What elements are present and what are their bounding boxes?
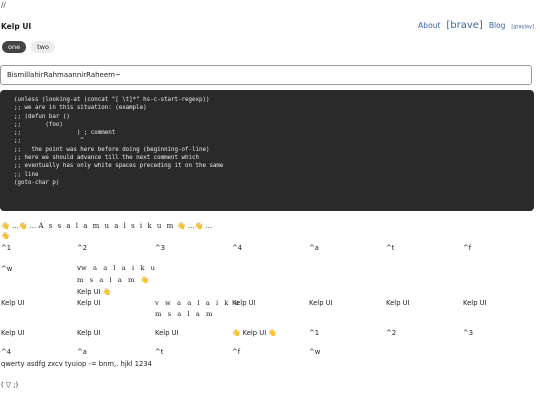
path-slash: //	[1, 1, 6, 9]
grid-cell: 👋 Kelp UI 👋	[232, 329, 277, 337]
brand-title[interactable]: Kelp UI	[1, 22, 31, 31]
grid-cell: ^1	[1, 244, 12, 252]
grid-cell: ^a	[77, 348, 87, 356]
pill-one[interactable]: one	[2, 41, 27, 53]
grid-cell-wave: vw a a l a i k u	[77, 264, 157, 272]
grid-cell: Kelp UI	[77, 299, 101, 307]
nav-about[interactable]: About	[418, 21, 440, 30]
code-line: ;; the point was here before doing (begi…	[14, 146, 210, 153]
code-line: (goto-char p)	[14, 179, 60, 186]
nav-grayjay[interactable]: [grayjay]	[511, 24, 534, 30]
grid-cell: Kelp UI	[309, 299, 333, 307]
grid-cell: ^2	[77, 244, 88, 252]
kaomoji: ( ▽ ;)	[1, 381, 19, 389]
grid-cell: Kelp UI 👋	[77, 288, 112, 296]
grid-cell: Kelp UI	[232, 299, 256, 307]
wave-waalaiku: w a a l a i k u	[81, 264, 157, 272]
qwerty-text: qwerty asdfg zxcv tyuiop -= bnm,. hjkl 1…	[1, 360, 153, 368]
grid-cell: Kelp UI	[155, 329, 179, 337]
tab-pills: one two	[2, 41, 55, 53]
wave-prefix: 👋 ...👋 ...	[1, 222, 39, 230]
code-line: ;; eventually has only white spaces prec…	[14, 163, 224, 170]
grid-cell: ^t	[155, 348, 164, 356]
grid-cell: ^t	[386, 244, 395, 252]
code-line: ;; (foo)	[14, 121, 63, 128]
grid-cell: Kelp UI	[1, 299, 25, 307]
code-line: ;; here we should advance till the next …	[14, 155, 199, 162]
grid-cell: ^f	[463, 244, 472, 252]
grid-cell: ^w	[309, 348, 321, 356]
wave-suffix: 👋 ...👋 ...	[174, 222, 213, 230]
grid-cell: ^f	[232, 348, 241, 356]
top-nav: About [brave] Blog [grayjay]	[418, 20, 534, 31]
grid-cell: Kelp UI	[77, 329, 101, 337]
grid-cell: ^2	[386, 329, 397, 337]
code-line: ;; ) ; comment	[14, 130, 116, 137]
grid-cell: Kelp UI	[1, 329, 25, 337]
nav-brave[interactable]: [brave]	[446, 20, 482, 31]
grid-cell: ^a	[309, 244, 319, 252]
code-line: ;; (defun bar ()	[14, 113, 70, 120]
nav-blog[interactable]: Blog	[489, 21, 506, 30]
code-line: ;; we are in this situation: (example)	[14, 105, 147, 112]
grid-cell: ^4	[232, 244, 243, 252]
wave-next: 👋	[1, 232, 10, 240]
code-line: ;; ^	[14, 138, 84, 145]
wave-text: A s s a l a m u a l s i k u m	[38, 222, 175, 230]
grid-cell: ^1	[309, 329, 320, 337]
grid-cell: ^3	[155, 244, 166, 252]
wave-line: 👋 ...👋 ... A s s a l a m u a l s i k u m…	[1, 222, 212, 230]
code-line: (unless (looking-at (concat "[ \t]*" hs-…	[14, 97, 210, 103]
grid-cell: ^3	[463, 329, 474, 337]
pill-two[interactable]: two	[31, 41, 55, 53]
grid-cell: Kelp UI	[386, 299, 410, 307]
grid-cell-wave: m s a l a m	[155, 310, 215, 318]
grid-cell-wave: m s a l a m 👋	[77, 276, 152, 284]
code-line: ;; line	[14, 171, 39, 178]
grid-cell: Kelp UI	[463, 299, 487, 307]
grid-cell-wave: v w a a l a i k u	[155, 299, 241, 307]
grid-cell: ^w	[1, 265, 13, 273]
code-block: (unless (looking-at (concat "[ \t]*" hs-…	[0, 90, 534, 211]
grid-cell: ^4	[1, 348, 12, 356]
search-input[interactable]: BismillahirRahmaannirRaheem~	[0, 65, 532, 85]
